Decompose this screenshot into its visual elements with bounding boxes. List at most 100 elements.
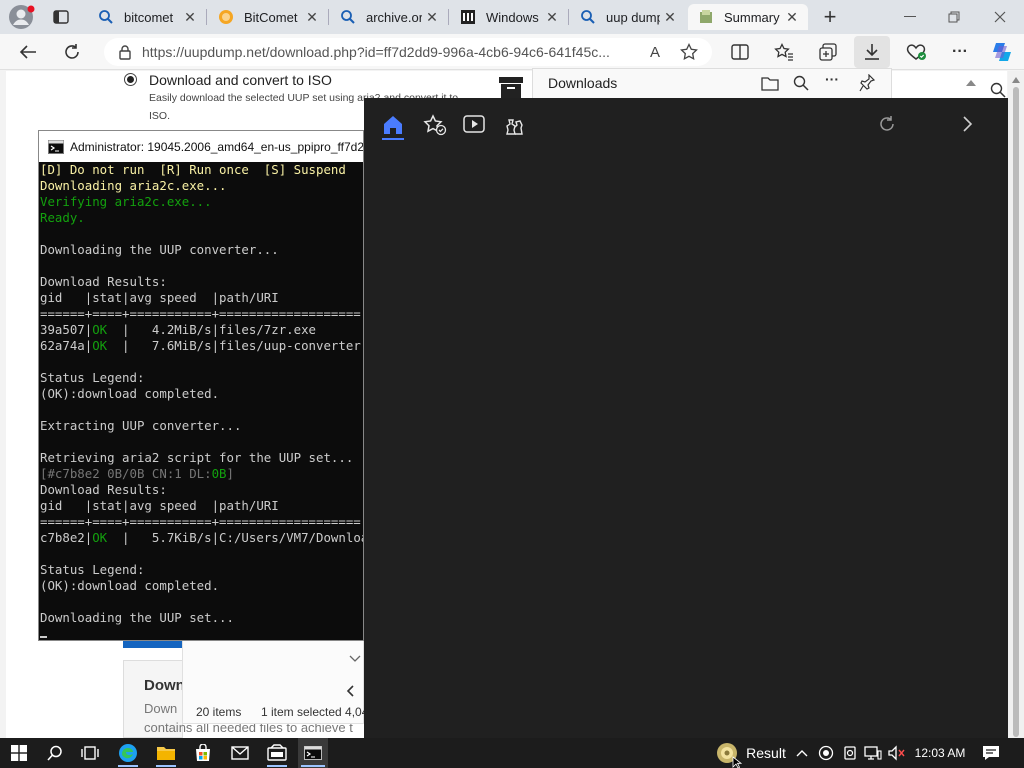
tab-archive-search[interactable]: archive.org ✕ <box>330 4 448 30</box>
tab-divider <box>568 9 569 25</box>
file-explorer-icon[interactable] <box>151 738 181 768</box>
notifications-icon[interactable] <box>978 738 1004 768</box>
home-icon[interactable] <box>382 114 404 136</box>
close-icon[interactable]: ✕ <box>542 9 562 26</box>
file-explorer-window: 20 items 1 item selected 4,04 <box>182 640 365 724</box>
close-icon[interactable]: ✕ <box>782 9 802 26</box>
console-line: Downloading aria2c.exe... <box>40 178 227 193</box>
chess-icon[interactable] <box>503 114 525 136</box>
search-icon <box>340 9 356 25</box>
downloads-title: Downloads <box>548 75 618 91</box>
new-tab-button[interactable]: + <box>818 4 842 29</box>
result-label[interactable]: Result <box>744 738 788 768</box>
copilot-icon[interactable] <box>988 39 1016 65</box>
tab-bitcomet[interactable]: BitComet ✕ <box>208 4 328 30</box>
store-icon[interactable] <box>188 738 218 768</box>
console-titlebar[interactable]: Administrator: 19045.2006_amd64_en-us_pp… <box>39 131 363 162</box>
tab-summary[interactable]: Summary ✕ <box>688 4 808 30</box>
progress-dl: 0B <box>211 466 227 481</box>
lock-icon[interactable] <box>118 44 132 60</box>
scroll-up-icon[interactable] <box>966 80 978 88</box>
url-text[interactable]: https://uupdump.net/download.php?id=ff7d… <box>142 44 632 60</box>
items-count: 20 items <box>196 705 242 719</box>
tab-divider <box>328 9 329 25</box>
chevron-right-icon[interactable] <box>961 115 973 133</box>
edge-icon[interactable] <box>113 738 143 768</box>
tab-strip: bitcomet ✕ BitComet ✕ archive.org ✕ Wind… <box>0 0 1024 34</box>
browser-essentials-icon[interactable] <box>902 39 930 65</box>
read-aloud-icon[interactable]: A <box>650 44 660 61</box>
console-line: (OK):download completed. <box>40 386 220 401</box>
status-ok: OK <box>92 530 108 545</box>
console-cell: c7b8e2| <box>40 530 93 545</box>
split-screen-icon[interactable] <box>726 39 754 65</box>
tab-uupdump-search[interactable]: uup dump ✕ <box>570 4 686 30</box>
tab-windows[interactable]: Windows ✕ <box>450 4 568 30</box>
device-icon[interactable] <box>840 738 860 768</box>
console-line: Status Legend: <box>40 370 145 385</box>
minimize-button[interactable] <box>888 4 932 30</box>
more-options-icon[interactable]: ··· <box>825 71 839 87</box>
record-icon[interactable] <box>816 738 836 768</box>
scroll-up-icon <box>1012 77 1020 83</box>
running-indicator <box>301 765 325 767</box>
address-bar[interactable]: https://uupdump.net/download.php?id=ff7d… <box>104 38 712 66</box>
back-button[interactable] <box>14 39 42 65</box>
video-icon[interactable] <box>462 114 486 134</box>
radio-label: Download and convert to ISO <box>149 72 332 88</box>
dark-sidebar-flyout <box>364 98 1008 738</box>
convert-iso-radio[interactable] <box>124 73 137 86</box>
console-cell: [#c7b8e2 0B/0B CN:1 DL: <box>40 466 212 481</box>
refresh-icon[interactable] <box>877 114 897 134</box>
chevron-down-icon[interactable] <box>349 655 361 665</box>
console-line: Download Results: <box>40 274 167 289</box>
page-scrollbar[interactable] <box>1008 71 1024 738</box>
open-folder-icon[interactable] <box>761 75 779 91</box>
console-output: [D] Do not run [R] Run once [S] Suspend … <box>39 162 363 638</box>
close-icon[interactable]: ✕ <box>302 9 322 26</box>
tab-bitcomet-search[interactable]: bitcomet ✕ <box>88 4 206 30</box>
running-indicator <box>267 765 287 767</box>
tab-actions-icon[interactable] <box>52 8 70 26</box>
network-icon[interactable] <box>862 738 884 768</box>
clock[interactable]: 12:03 AM <box>910 738 970 768</box>
command-prompt-icon[interactable] <box>298 738 328 768</box>
radio-description-2: ISO. <box>149 110 171 122</box>
admin-console-window[interactable]: Administrator: 19045.2006_amd64_en-us_pp… <box>38 130 364 641</box>
scrollbar-thumb[interactable] <box>1013 87 1019 737</box>
close-icon[interactable]: ✕ <box>422 9 442 26</box>
start-button[interactable] <box>4 738 34 768</box>
close-window-button[interactable] <box>978 4 1022 30</box>
console-line: (OK):download completed. <box>40 578 220 593</box>
star-check-icon[interactable] <box>423 114 447 136</box>
console-cell: ] <box>226 466 234 481</box>
search-icon[interactable] <box>40 738 70 768</box>
terminal-app-icon[interactable] <box>262 738 292 768</box>
console-cell: | 5.7KiB/s|C:/Users/VM7/Downloads <box>107 530 363 545</box>
cursor <box>40 636 47 638</box>
close-icon[interactable]: ✕ <box>180 9 200 26</box>
favorites-icon[interactable] <box>770 39 798 65</box>
status-ok: OK <box>92 338 108 353</box>
downloads-button[interactable] <box>854 36 890 68</box>
favorite-star-icon[interactable] <box>680 43 698 61</box>
chevron-up-icon[interactable] <box>792 738 812 768</box>
tab-label: Summary <box>724 9 780 25</box>
mail-icon[interactable] <box>225 738 255 768</box>
downloads-panel: Downloads ··· <box>532 68 892 98</box>
console-cell: | 4.2MiB/s|files/7zr.exe <box>107 322 317 337</box>
pin-icon[interactable] <box>859 74 875 92</box>
refresh-button[interactable] <box>58 39 86 65</box>
bitcomet-favicon-icon <box>218 9 234 25</box>
console-line: gid |stat|avg speed |path/URI <box>40 498 279 513</box>
close-icon[interactable]: ✕ <box>660 9 680 26</box>
console-line: Extracting UUP converter... <box>40 418 242 433</box>
collections-icon[interactable] <box>814 39 842 65</box>
chevron-left-icon[interactable] <box>346 685 356 697</box>
restore-button[interactable] <box>932 4 976 30</box>
task-view-icon[interactable] <box>75 738 105 768</box>
search-downloads-icon[interactable] <box>793 75 809 91</box>
more-options-icon[interactable]: ··· <box>946 39 974 65</box>
profile-avatar[interactable] <box>8 4 36 30</box>
volume-muted-icon[interactable] <box>886 738 908 768</box>
